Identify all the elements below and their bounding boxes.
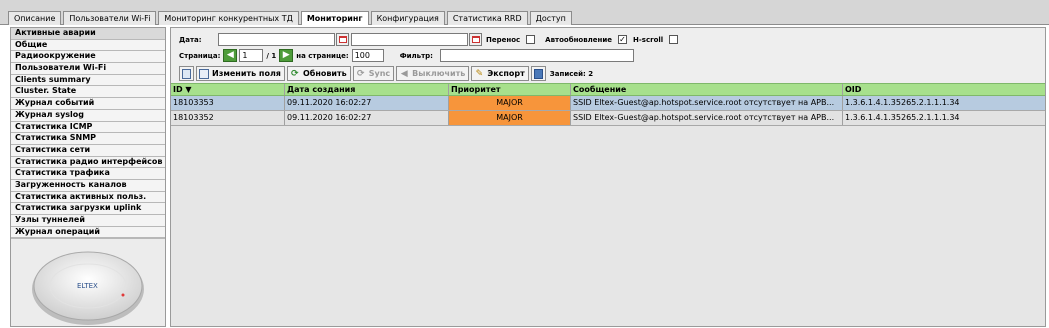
alarms-panel: Дата: Перенос Автообновление ✓ H-scroll … (170, 27, 1046, 327)
device-image: ELTEX (11, 238, 165, 326)
sidebar-item-operations-log[interactable]: Журнал операций (11, 226, 165, 239)
sidebar-item-active-users-stats[interactable]: Статистика активных польз. (11, 191, 165, 204)
sidebar-item-network-stats[interactable]: Статистика сети (11, 144, 165, 157)
sidebar-item-clients-summary[interactable]: Clients summary (11, 74, 165, 87)
column-header-priority[interactable]: Приоритет (449, 84, 571, 95)
refresh-button[interactable]: ⟳ Обновить (286, 66, 351, 81)
records-count: Записей: 2 (549, 69, 594, 78)
column-header-created[interactable]: Дата создания (285, 84, 449, 95)
cell-message: SSID Eltex-Guest@ap.hotspot.service.root… (571, 96, 843, 110)
column-header-message[interactable]: Сообщение (571, 84, 843, 95)
tab-monitoring[interactable]: Мониторинг (300, 11, 369, 25)
filter-area: Дата: Перенос Автообновление ✓ H-scroll … (171, 28, 1045, 83)
autoupdate-checkbox[interactable]: ✓ (618, 35, 628, 44)
date-from-input[interactable] (218, 33, 335, 46)
column-header-oid[interactable]: OID (843, 84, 1045, 95)
sync-icon: ⟳ (356, 68, 365, 79)
tab-competitor-monitoring[interactable]: Мониторинг конкурентных ТД (158, 11, 299, 25)
sidebar-item-icmp-stats[interactable]: Статистика ICMP (11, 121, 165, 134)
date-to-input[interactable] (351, 33, 468, 46)
hscroll-label: H-scroll (633, 35, 664, 44)
tab-list: Описание Пользователи Wi-Fi Мониторинг к… (8, 11, 574, 25)
disable-label: Выключить (412, 69, 466, 78)
autoupdate-label: Автообновление (545, 35, 613, 44)
tab-rrd-statistics[interactable]: Статистика RRD (446, 11, 528, 25)
grid-icon (182, 68, 191, 79)
cell-oid: 1.3.6.1.4.1.35265.2.1.1.1.34 (845, 113, 960, 122)
page-label: Страница: (179, 51, 221, 60)
paging-row: Страница: ◀ 1 / 1 ▶ на странице: 100 Фил… (179, 49, 634, 62)
calendar-icon (471, 36, 480, 43)
page-number-input[interactable]: 1 (239, 49, 264, 62)
filter-label: Фильтр: (399, 51, 433, 60)
tab-wifi-users[interactable]: Пользователи Wi-Fi (63, 11, 157, 25)
calendar-icon (338, 36, 347, 43)
export-button[interactable]: ✎ Экспорт (471, 66, 529, 81)
cell-created: 09.11.2020 16:02:27 (285, 111, 449, 125)
export-label: Экспорт (487, 69, 525, 78)
filter-input[interactable] (439, 49, 634, 62)
sidebar-item-traffic-stats[interactable]: Статистика трафика (11, 168, 165, 180)
per-page-label: на странице: (296, 51, 349, 60)
sidebar-item-syslog[interactable]: Журнал syslog (11, 109, 165, 122)
prev-page-button[interactable]: ◀ (223, 49, 238, 62)
columns-button[interactable] (179, 66, 194, 81)
cell-message: SSID Eltex-Guest@ap.hotspot.service.root… (571, 111, 843, 125)
toolbar: Изменить поля ⟳ Обновить ⟳ Sync ◀ Выключить… (179, 66, 596, 81)
access-point-icon: ELTEX (32, 251, 144, 325)
disable-button[interactable]: ◀ Выключить (396, 66, 470, 81)
sidebar-item-event-log[interactable]: Журнал событий (11, 98, 165, 110)
edit-fields-label: Изменить поля (212, 69, 281, 78)
date-row: Дата: Перенос Автообновление ✓ H-scroll (179, 33, 679, 46)
floppy-disk-icon (533, 68, 543, 79)
save-button[interactable] (530, 66, 546, 81)
speaker-mute-icon: ◀ (400, 68, 408, 79)
alarms-table: ID ▼ Дата создания Приоритет Сообщение O… (171, 83, 1045, 126)
table-row[interactable]: 18103353 09.11.2020 16:02:27 MAJOR SSID … (171, 96, 1045, 111)
priority-badge: MAJOR (449, 111, 571, 125)
sidebar-item-channel-load[interactable]: Загруженность каналов (11, 179, 165, 192)
hscroll-checkbox[interactable] (669, 35, 679, 44)
tab-access[interactable]: Доступ (529, 11, 572, 25)
cell-oid: 1.3.6.1.4.1.35265.2.1.1.1.34 (845, 98, 960, 107)
sidebar-item-wifi-users[interactable]: Пользователи Wi-Fi (11, 63, 165, 75)
sidebar-item-tunnel-nodes[interactable]: Узлы туннелей (11, 215, 165, 227)
column-header-id[interactable]: ID ▼ (171, 84, 285, 95)
date-from-calendar-button[interactable] (336, 33, 349, 46)
tab-configuration[interactable]: Конфигурация (370, 11, 445, 25)
top-tabbar: Описание Пользователи Wi-Fi Мониторинг к… (0, 0, 1049, 25)
table-row[interactable]: 18103352 09.11.2020 16:02:27 MAJOR SSID … (171, 111, 1045, 126)
sidebar-item-uplink-load-stats[interactable]: Статистика загрузки uplink (11, 203, 165, 215)
next-page-button[interactable]: ▶ (279, 49, 294, 62)
eltex-logo: ELTEX (77, 282, 98, 290)
per-page-input[interactable]: 100 (351, 49, 384, 62)
wrap-checkbox[interactable] (526, 35, 536, 44)
date-label: Дата: (179, 35, 202, 44)
sidebar-item-active-alarms[interactable]: Активные аварии (11, 28, 165, 40)
sidebar-item-radio-environment[interactable]: Радиоокружение (11, 51, 165, 64)
sidebar-item-snmp-stats[interactable]: Статистика SNMP (11, 133, 165, 145)
refresh-label: Обновить (302, 69, 347, 78)
sync-label: Sync (368, 69, 391, 78)
date-to-calendar-button[interactable] (469, 33, 482, 46)
tab-description[interactable]: Описание (8, 11, 62, 25)
sidebar-item-general[interactable]: Общие (11, 39, 165, 52)
cell-id: 18103352 (171, 111, 285, 125)
wrap-label: Перенос (486, 35, 521, 44)
arrow-right-icon: ▶ (282, 50, 290, 60)
cell-id: 18103353 (171, 96, 285, 110)
priority-badge: MAJOR (449, 96, 571, 110)
arrow-left-icon: ◀ (226, 50, 234, 60)
sync-button[interactable]: ⟳ Sync (352, 66, 395, 81)
export-icon: ✎ (475, 68, 484, 79)
cell-created: 09.11.2020 16:02:27 (285, 96, 449, 110)
sidebar: Активные аварии Общие Радиоокружение Пол… (10, 27, 166, 327)
sidebar-item-cluster-state[interactable]: Cluster. State (11, 86, 165, 99)
table-header: ID ▼ Дата создания Приоритет Сообщение O… (171, 83, 1045, 96)
refresh-icon: ⟳ (291, 68, 299, 79)
sidebar-item-radio-interface-stats[interactable]: Статистика радио интерфейсов (11, 156, 165, 169)
page-total: / 1 (266, 51, 277, 60)
fields-icon (199, 68, 209, 79)
edit-fields-button[interactable]: Изменить поля (196, 66, 285, 81)
